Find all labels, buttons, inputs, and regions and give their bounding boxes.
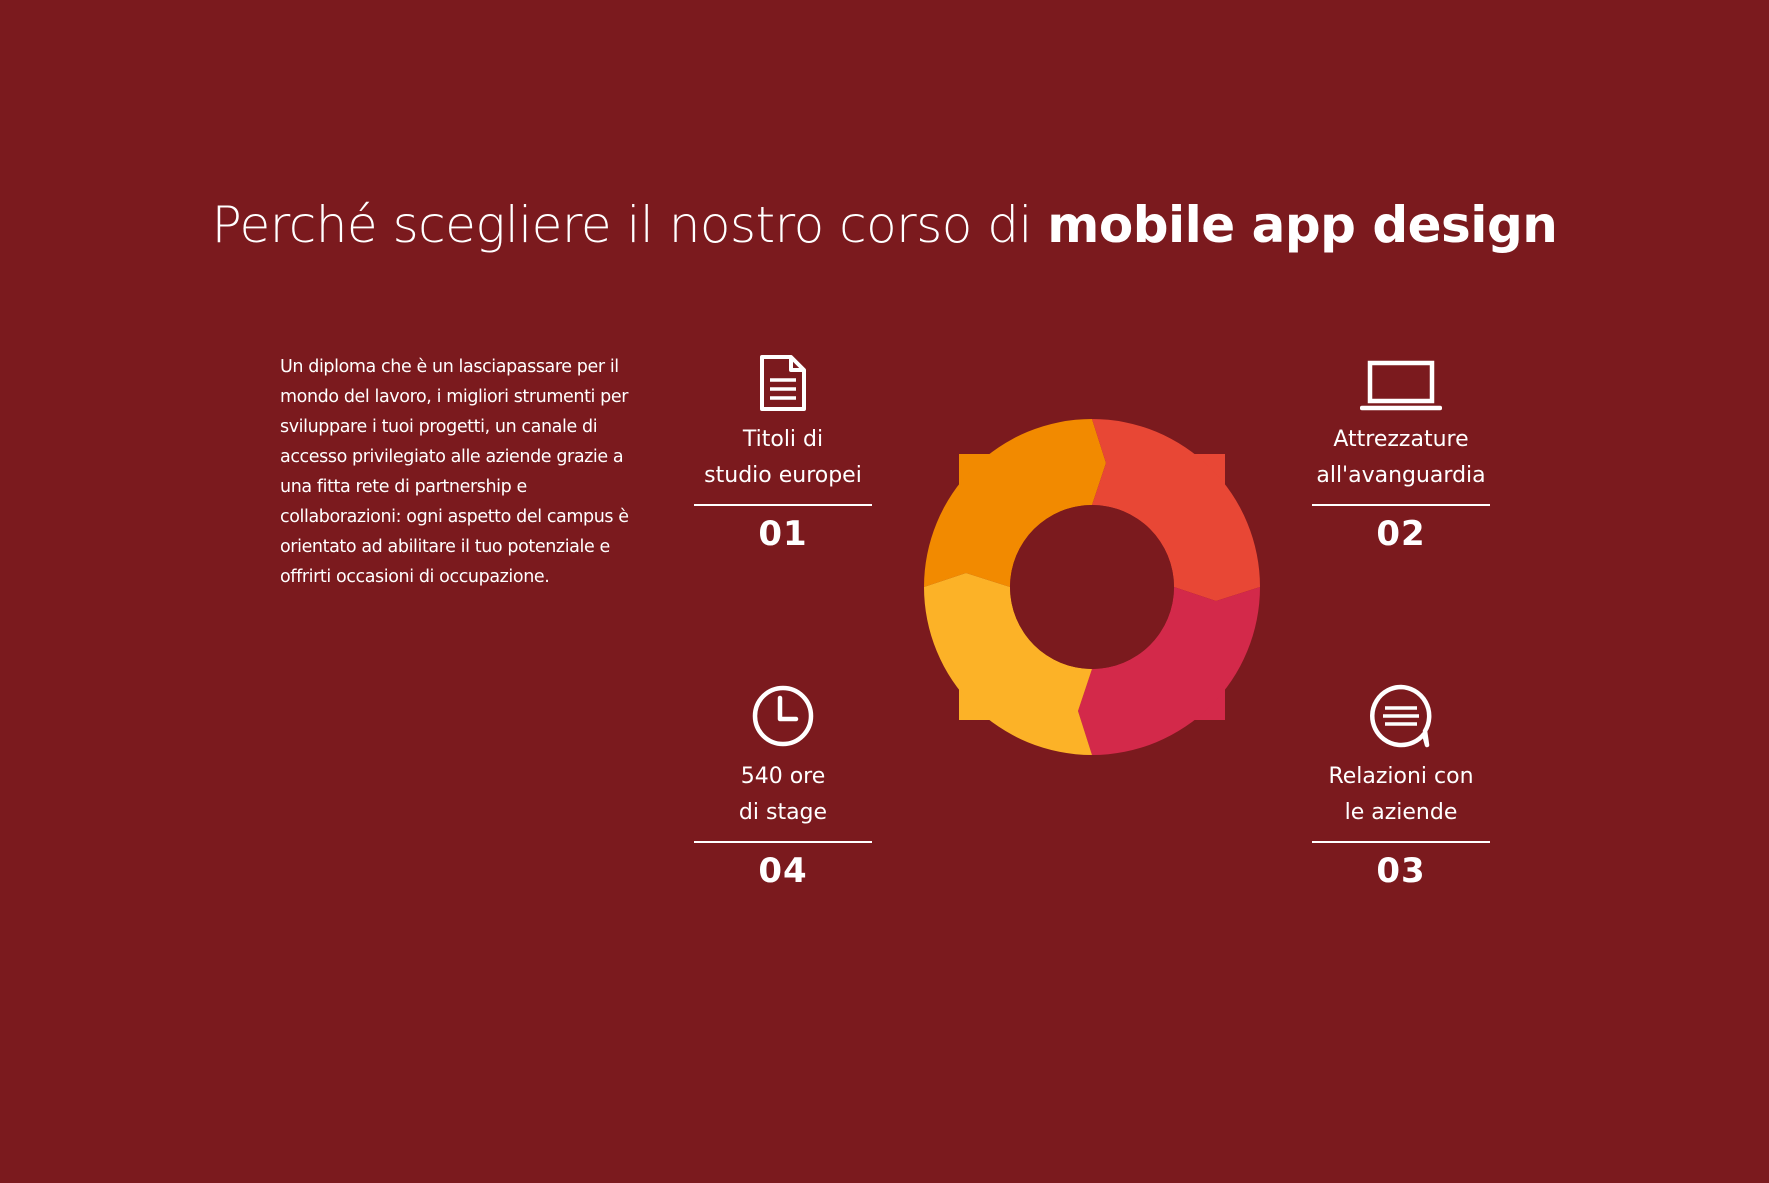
laptop-icon <box>1360 360 1442 411</box>
feature-label: Attrezzature all'avanguardia <box>1316 427 1486 488</box>
page-title: Perché scegliere il nostro corso di mobi… <box>0 196 1769 254</box>
feature-number: 03 <box>1376 851 1426 891</box>
divider <box>1312 504 1490 506</box>
feature-04: 540 ore di stage 04 <box>693 683 873 891</box>
divider <box>694 504 872 506</box>
feature-label: Titoli di studio europei <box>704 427 862 488</box>
feature-label: Relazioni con le aziende <box>1328 764 1474 825</box>
feature-01: Titoli di studio europei 01 <box>693 354 873 554</box>
divider <box>694 841 872 843</box>
divider <box>1312 841 1490 843</box>
feature-number: 02 <box>1376 514 1426 554</box>
intro-paragraph: Un diploma che è un lasciapassare per il… <box>280 357 629 587</box>
chat-bubble-icon <box>1370 684 1432 748</box>
feature-02: Attrezzature all'avanguardia 02 <box>1311 360 1491 554</box>
feature-label: 540 ore di stage <box>738 764 828 825</box>
document-icon <box>760 355 806 411</box>
cycle-ring <box>924 419 1260 755</box>
cycle-hole <box>1010 505 1174 669</box>
title-light: Perché scegliere il nostro corso di <box>211 196 1048 254</box>
feature-03: Relazioni con le aziende 03 <box>1311 683 1491 891</box>
feature-number: 01 <box>758 514 808 554</box>
feature-number: 04 <box>758 851 808 891</box>
title-bold: mobile app design <box>1047 196 1558 254</box>
clock-icon <box>752 685 814 747</box>
